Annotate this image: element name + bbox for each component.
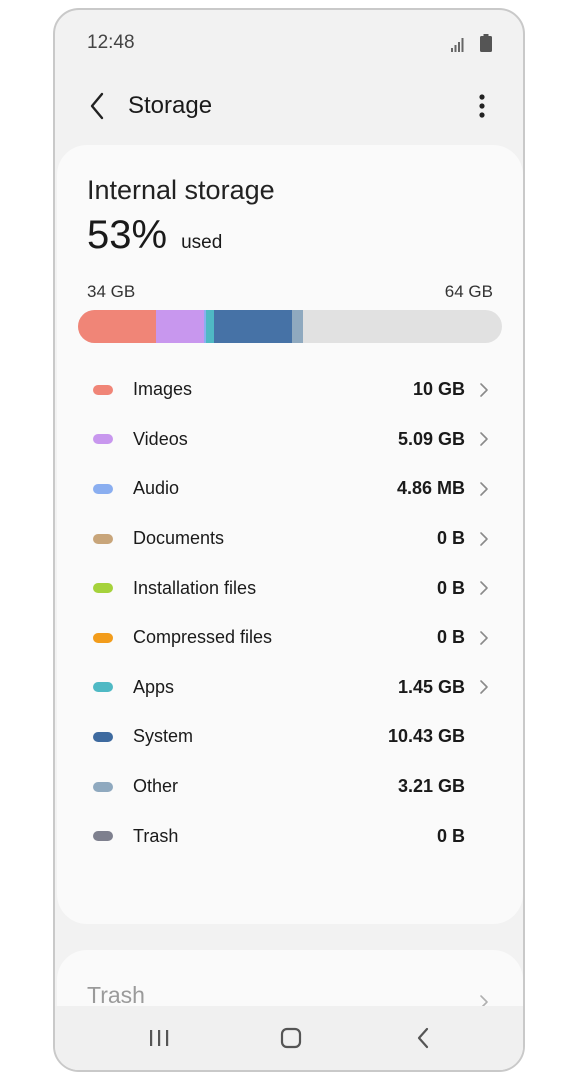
storage-heading: Internal storage [87, 175, 275, 205]
category-size: 0 B [436, 528, 465, 549]
category-row-other: Other 3.21 GB [57, 762, 523, 812]
category-size: 10 GB [412, 379, 465, 400]
category-label: Other [133, 776, 179, 797]
category-row-apps[interactable]: Apps 1.45 GB [57, 663, 523, 713]
category-color-dot [93, 682, 113, 693]
used-size: 34 GB [87, 282, 136, 301]
category-color-dot [93, 483, 113, 494]
recents-icon [150, 1030, 169, 1046]
category-label: Audio [133, 478, 180, 499]
trash-card-title: Trash [87, 982, 145, 1008]
navigation-bar [55, 1006, 523, 1070]
category-color-dot [93, 533, 113, 544]
usage-summary: 53% used [87, 213, 222, 258]
chevron-right-icon [480, 581, 488, 595]
back-icon [417, 1027, 429, 1049]
total-size: 64 GB [444, 282, 493, 301]
status-bar: 12:48 [55, 10, 523, 74]
bar-segment-apps [206, 310, 214, 343]
category-row-audio[interactable]: Audio 4.86 MB [57, 464, 523, 514]
category-size: 10.43 GB [387, 726, 465, 747]
chevron-right-icon [480, 482, 488, 496]
more-vertical-icon [479, 94, 485, 118]
more-options-button[interactable] [466, 86, 498, 126]
chevron-right-icon [480, 432, 488, 447]
phone-frame: 12:48 Storage Internal storage 53% used … [53, 8, 525, 1072]
storage-usage-bar [78, 310, 502, 343]
category-size: 1.45 GB [397, 676, 465, 697]
category-label: Installation files [133, 577, 257, 598]
category-size: 0 B [436, 825, 465, 846]
category-label: Videos [133, 428, 188, 449]
category-label: Trash [133, 825, 179, 846]
category-row-system: System 10.43 GB [57, 712, 523, 762]
bar-segment-videos [156, 310, 205, 343]
bar-segment-system [213, 310, 293, 343]
bar-segment-other [292, 310, 303, 343]
chevron-right-icon [480, 630, 488, 645]
category-size: 5.09 GB [397, 428, 465, 449]
back-button[interactable] [79, 86, 115, 126]
signal-icon [451, 38, 464, 52]
category-label: System [133, 726, 194, 747]
chevron-left-icon [90, 92, 104, 120]
chevron-right-icon [480, 531, 488, 546]
internal-storage-card: Internal storage 53% used 34 GB 64 GB Im… [57, 145, 523, 924]
category-color-dot [93, 583, 113, 594]
category-color-dot [93, 632, 113, 643]
category-list: Images 10 GB Videos 5.09 GB Audio 4.86 MB Docu… [57, 365, 523, 861]
category-size: 0 B [436, 627, 465, 648]
status-clock: 12:48 [87, 32, 135, 53]
battery-icon [480, 34, 492, 52]
page-title: Storage [128, 92, 213, 119]
category-label: Images [133, 379, 193, 400]
home-icon [280, 1027, 302, 1049]
nav-back-button[interactable] [407, 1022, 439, 1054]
category-label: Apps [133, 676, 175, 697]
category-size: 4.86 MB [396, 478, 465, 499]
category-row-videos[interactable]: Videos 5.09 GB [57, 415, 523, 465]
category-size: 0 B [436, 577, 465, 598]
category-row-installation-files[interactable]: Installation files 0 B [57, 563, 523, 613]
category-row-trash: Trash 0 B [57, 811, 523, 861]
category-color-dot [93, 831, 113, 842]
category-color-dot [93, 731, 113, 742]
category-size: 3.21 GB [397, 776, 465, 797]
recents-button[interactable] [143, 1022, 175, 1054]
category-row-compressed-files[interactable]: Compressed files 0 B [57, 613, 523, 663]
category-label: Documents [133, 528, 225, 549]
category-label: Compressed files [133, 627, 273, 648]
percent-used: 53% [87, 213, 168, 257]
app-bar: Storage [55, 74, 523, 138]
category-color-dot [93, 384, 113, 395]
category-row-documents[interactable]: Documents 0 B [57, 514, 523, 564]
category-color-dot [93, 434, 113, 445]
bar-segment-images [78, 310, 157, 343]
chevron-right-icon [480, 382, 488, 397]
home-button[interactable] [275, 1022, 307, 1054]
category-row-images[interactable]: Images 10 GB [57, 365, 523, 415]
chevron-right-icon [480, 680, 488, 695]
used-label: used [181, 232, 223, 253]
category-color-dot [93, 781, 113, 792]
